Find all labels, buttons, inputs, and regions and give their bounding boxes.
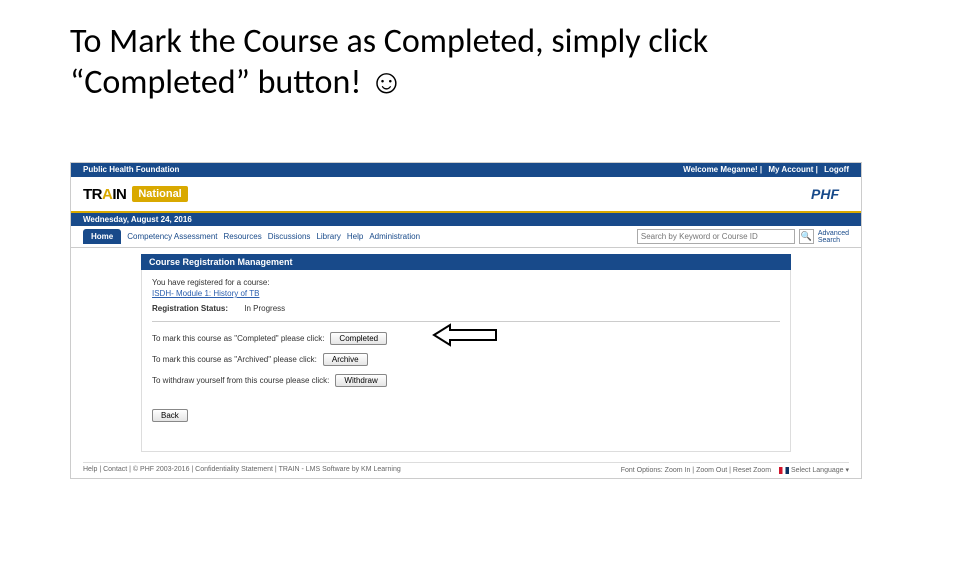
flag-icon	[779, 467, 789, 474]
status-line: Registration Status: In Progress	[152, 304, 780, 313]
search-area: 🔍 Advanced Search	[637, 229, 849, 244]
main-panel: Course Registration Management You have …	[141, 254, 791, 452]
logo-part-tr: TR	[83, 186, 102, 203]
my-account-link[interactable]: My Account	[768, 165, 813, 174]
archive-button[interactable]: Archive	[323, 353, 368, 366]
train-logo: TRAIN	[83, 186, 126, 203]
course-link[interactable]: ISDH- Module 1: History of TB	[152, 289, 259, 298]
phf-logo: PHF	[811, 186, 849, 202]
tab-help[interactable]: Help	[347, 232, 363, 241]
advanced-search-link[interactable]: Advanced Search	[818, 230, 849, 244]
logo-part-a: A	[102, 186, 112, 203]
org-name: Public Health Foundation	[83, 163, 179, 177]
tab-discussions[interactable]: Discussions	[268, 232, 311, 241]
archive-text: To mark this course as "Archived" please…	[152, 355, 317, 364]
tab-home[interactable]: Home	[83, 229, 121, 244]
slide-title: To Mark the Course as Completed, simply …	[70, 22, 890, 104]
nav-row: Home Competency Assessment Resources Dis…	[71, 226, 861, 248]
completed-button[interactable]: Completed	[330, 332, 387, 345]
screenshot-frame: Public Health Foundation Welcome Meganne…	[70, 162, 862, 479]
status-value: In Progress	[244, 304, 285, 313]
search-icon[interactable]: 🔍	[799, 229, 814, 244]
status-label: Registration Status:	[152, 304, 228, 313]
brand-row: TRAIN National PHF	[71, 177, 861, 213]
completed-text: To mark this course as "Completed" pleas…	[152, 334, 324, 343]
select-language[interactable]: Select Language	[791, 467, 844, 474]
welcome-text: Welcome Meganne!	[683, 165, 758, 174]
panel-heading: Course Registration Management	[141, 254, 791, 270]
logo-part-in: IN	[112, 186, 126, 203]
action-archive-line: To mark this course as "Archived" please…	[152, 353, 780, 366]
dropdown-icon[interactable]: ▾	[845, 467, 849, 474]
footer-row: Help | Contact | © PHF 2003-2016 | Confi…	[83, 462, 849, 474]
brand-train: TRAIN National	[83, 186, 188, 203]
tab-library[interactable]: Library	[316, 232, 340, 241]
panel-body: You have registered for a course: ISDH- …	[141, 270, 791, 452]
nav-tabs: Home Competency Assessment Resources Dis…	[83, 229, 420, 244]
font-options[interactable]: Font Options: Zoom In | Zoom Out | Reset…	[621, 467, 771, 474]
top-bar: Public Health Foundation Welcome Meganne…	[71, 163, 861, 177]
logoff-link[interactable]: Logoff	[824, 165, 849, 174]
back-button[interactable]: Back	[152, 409, 188, 422]
footer-right: Font Options: Zoom In | Zoom Out | Reset…	[621, 466, 849, 474]
top-links: Welcome Meganne! | My Account | Logoff	[683, 163, 849, 177]
tab-administration[interactable]: Administration	[369, 232, 420, 241]
tab-resources[interactable]: Resources	[224, 232, 262, 241]
tab-competency[interactable]: Competency Assessment	[127, 232, 217, 241]
withdraw-button[interactable]: Withdraw	[335, 374, 386, 387]
action-withdraw-line: To withdraw yourself from this course pl…	[152, 374, 780, 387]
search-input[interactable]	[637, 229, 795, 244]
registered-label: You have registered for a course:	[152, 278, 780, 287]
footer-left: Help | Contact | © PHF 2003-2016 | Confi…	[83, 466, 401, 474]
arrow-annotation	[432, 322, 502, 348]
date-bar: Wednesday, August 24, 2016	[71, 213, 861, 226]
withdraw-text: To withdraw yourself from this course pl…	[152, 376, 329, 385]
national-badge: National	[132, 186, 187, 202]
